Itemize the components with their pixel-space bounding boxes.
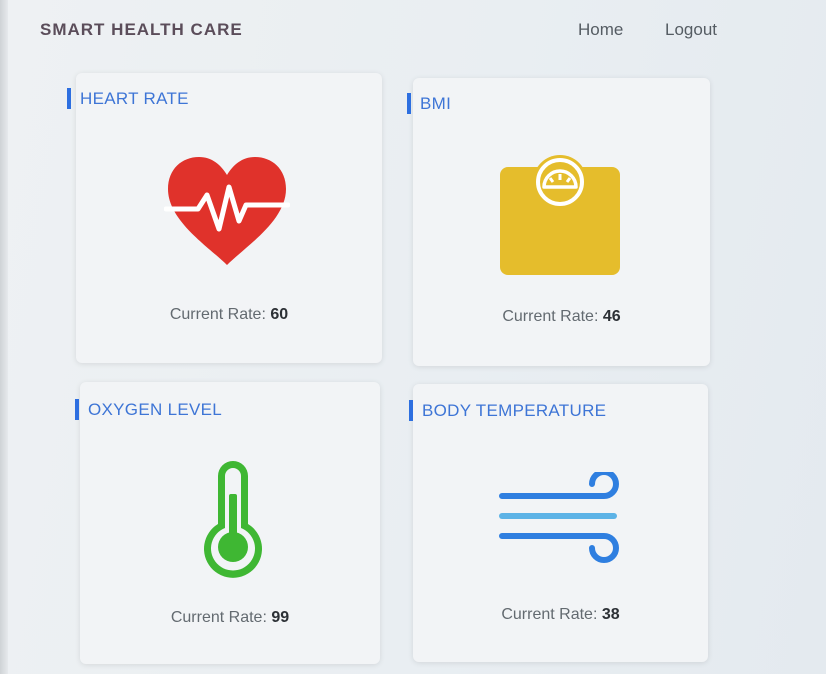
reading-label: Current Rate: — [501, 606, 598, 623]
body-temperature-card[interactable]: BODY TEMPERATURE Current Rate: 38 — [409, 384, 708, 662]
reading-value: 99 — [271, 609, 290, 626]
reading-row: Current Rate: 46 — [413, 308, 710, 326]
wind-icon — [498, 469, 622, 573]
heart-pulse-icon — [163, 155, 291, 272]
card-title: OXYGEN LEVEL — [75, 399, 222, 420]
reading-value: 46 — [602, 308, 621, 325]
reading-row: Current Rate: 60 — [76, 306, 382, 324]
brand-title: SMART HEALTH CARE — [40, 20, 243, 39]
nav-home-link[interactable]: Home — [578, 20, 623, 40]
reading-label: Current Rate: — [169, 306, 266, 323]
reading-label: Current Rate: — [502, 308, 599, 325]
card-title: BODY TEMPERATURE — [409, 400, 606, 421]
card-title: BMI — [407, 93, 451, 114]
reading-row: Current Rate: 38 — [413, 606, 708, 624]
oxygen-level-card[interactable]: OXYGEN LEVEL Current Rate: 99 — [75, 382, 380, 664]
navbar: SMART HEALTH CARE Home Logout — [0, 0, 826, 62]
reading-value: 38 — [601, 606, 620, 623]
screen-bezel — [0, 0, 8, 674]
reading-value: 60 — [270, 306, 289, 323]
weighing-scale-icon — [499, 153, 621, 282]
thermometer-icon — [200, 460, 266, 583]
heart-rate-card[interactable]: HEART RATE Current Rate: 60 — [67, 73, 382, 363]
card-title: HEART RATE — [67, 88, 189, 109]
reading-row: Current Rate: 99 — [80, 609, 380, 627]
bmi-card[interactable]: BMI Current Rate: 46 — [407, 78, 710, 366]
reading-label: Current Rate: — [170, 609, 267, 626]
nav-logout-link[interactable]: Logout — [665, 20, 717, 40]
